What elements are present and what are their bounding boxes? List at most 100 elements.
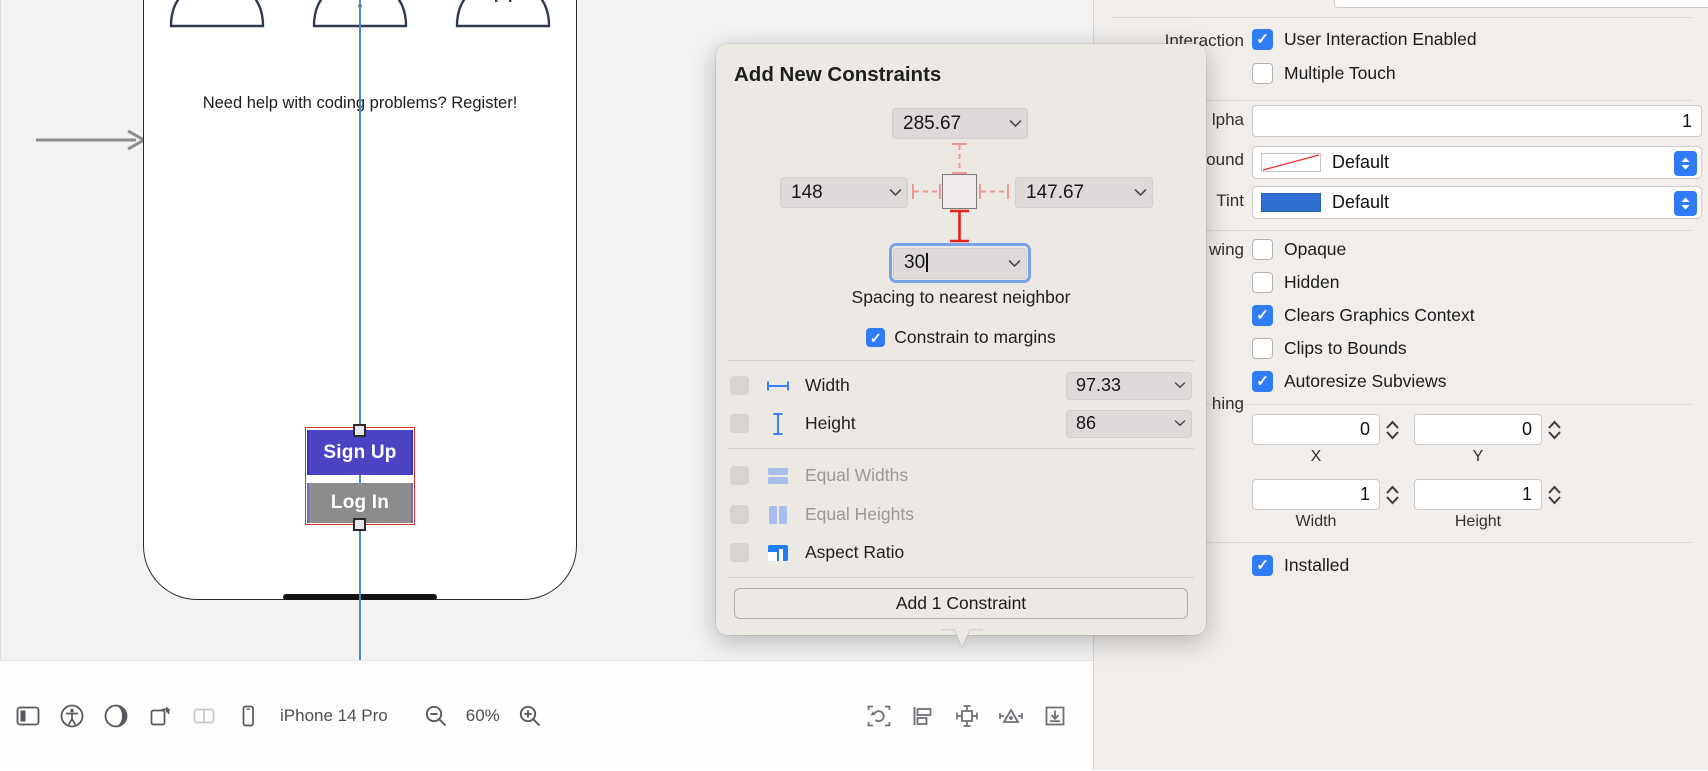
- alpha-field[interactable]: 1: [1252, 105, 1702, 137]
- user-interaction-enabled-checkbox[interactable]: ✓: [1252, 29, 1273, 50]
- stretching-height-sublabel: Height: [1414, 513, 1542, 531]
- spacing-bottom-value: 30: [893, 252, 1001, 274]
- multiple-touch-checkbox[interactable]: [1252, 63, 1273, 84]
- stretching-x-field[interactable]: 0: [1252, 414, 1380, 445]
- popover-divider: [728, 360, 1194, 361]
- width-icon: [761, 379, 795, 393]
- height-constraint-row[interactable]: Height 86: [730, 404, 1192, 443]
- width-constraint-row[interactable]: Width 97.33: [730, 366, 1192, 405]
- align-icon[interactable]: [901, 694, 945, 738]
- background-value: Default: [1332, 152, 1389, 173]
- popover-arrow: [941, 629, 983, 651]
- zoom-in-icon[interactable]: [508, 694, 552, 738]
- stretching-y-stepper[interactable]: [1546, 415, 1563, 445]
- equal-widths-icon: [761, 465, 795, 487]
- log-in-button[interactable]: Log In: [307, 483, 413, 523]
- spacing-bottom-field-focus-ring: 30: [889, 243, 1031, 283]
- opaque-label: Opaque: [1284, 239, 1346, 260]
- stretching-y-sublabel: Y: [1414, 448, 1542, 466]
- chevron-down-icon[interactable]: [1168, 418, 1192, 430]
- clears-graphics-context-checkbox[interactable]: ✓: [1252, 305, 1273, 326]
- constrain-to-margins-checkbox[interactable]: ✓: [866, 328, 885, 347]
- autoresize-subviews-label: Autoresize Subviews: [1284, 371, 1446, 392]
- check-icon: ✓: [1256, 374, 1269, 389]
- zoom-out-icon[interactable]: [414, 694, 458, 738]
- autoresize-subviews-checkbox[interactable]: ✓: [1252, 371, 1273, 392]
- user-interaction-enabled-label: User Interaction Enabled: [1284, 29, 1477, 50]
- equal-heights-checkbox: [730, 505, 749, 524]
- stretching-x-stepper[interactable]: [1384, 415, 1401, 445]
- multiple-touch-row[interactable]: Multiple Touch: [1252, 63, 1396, 84]
- zoom-level-label[interactable]: 60%: [458, 706, 508, 726]
- spacing-bottom-field[interactable]: 30: [893, 248, 1027, 279]
- check-icon: ✓: [870, 331, 882, 345]
- width-value: 97.33: [1066, 375, 1168, 396]
- aspect-ratio-label: Aspect Ratio: [805, 542, 904, 563]
- installed-row[interactable]: ✓ Installed: [1252, 555, 1349, 576]
- clears-graphics-context-label: Clears Graphics Context: [1284, 305, 1475, 326]
- selection-handle-bottom[interactable]: [353, 518, 366, 531]
- background-combo[interactable]: Default: [1252, 146, 1702, 179]
- height-value-field[interactable]: 86: [1066, 410, 1192, 438]
- add-new-constraints-icon[interactable]: [945, 694, 989, 738]
- popover-divider: [728, 448, 1194, 449]
- clips-to-bounds-checkbox[interactable]: [1252, 338, 1273, 359]
- equal-heights-icon: [761, 504, 795, 526]
- resolve-auto-layout-issues-icon[interactable]: [989, 694, 1033, 738]
- hidden-row[interactable]: Hidden: [1252, 272, 1339, 293]
- stretching-y-field[interactable]: 0: [1414, 414, 1542, 445]
- avatar-illustration-3: [449, 0, 557, 30]
- selection-handle-top[interactable]: [353, 424, 366, 437]
- stretching-width-stepper[interactable]: [1384, 480, 1401, 510]
- update-frames-icon[interactable]: [857, 694, 901, 738]
- equal-widths-row: Equal Widths: [730, 456, 1192, 495]
- opaque-row[interactable]: Opaque: [1252, 239, 1346, 260]
- hidden-label: Hidden: [1284, 272, 1339, 293]
- embed-in-icon[interactable]: [1033, 694, 1077, 738]
- installed-checkbox[interactable]: ✓: [1252, 555, 1273, 576]
- width-value-field[interactable]: 97.33: [1066, 372, 1192, 400]
- device-icon[interactable]: [226, 694, 270, 738]
- constrain-to-margins-row[interactable]: ✓ Constrain to margins: [716, 327, 1206, 348]
- chevron-down-icon[interactable]: [1168, 380, 1192, 392]
- aspect-ratio-checkbox[interactable]: [730, 543, 749, 562]
- width-checkbox[interactable]: [730, 376, 749, 395]
- equal-widths-checkbox: [730, 466, 749, 485]
- device-name-label[interactable]: iPhone 14 Pro: [280, 706, 388, 726]
- clips-to-bounds-row[interactable]: Clips to Bounds: [1252, 338, 1407, 359]
- check-icon: ✓: [1256, 32, 1269, 47]
- height-checkbox[interactable]: [730, 414, 749, 433]
- accessibility-icon[interactable]: [50, 694, 94, 738]
- opaque-checkbox[interactable]: [1252, 239, 1273, 260]
- inspector-divider: [1112, 17, 1692, 18]
- tint-combo[interactable]: Default: [1252, 186, 1702, 219]
- hidden-checkbox[interactable]: [1252, 272, 1273, 293]
- appearance-contrast-icon[interactable]: [94, 694, 138, 738]
- background-popup-arrows[interactable]: [1674, 151, 1697, 176]
- split-view-icon[interactable]: [182, 694, 226, 738]
- tint-popup-arrows[interactable]: [1674, 191, 1697, 216]
- stretching-width-field[interactable]: 1: [1252, 479, 1380, 510]
- clears-graphics-context-row[interactable]: ✓ Clears Graphics Context: [1252, 305, 1475, 326]
- chevron-down-icon[interactable]: [1001, 259, 1027, 268]
- orientation-rotate-icon[interactable]: [138, 694, 182, 738]
- stretching-y-value: 0: [1522, 419, 1532, 440]
- add-constraint-button[interactable]: Add 1 Constraint: [734, 588, 1188, 619]
- user-interaction-enabled-row[interactable]: ✓ User Interaction Enabled: [1252, 29, 1477, 50]
- installed-label: Installed: [1284, 555, 1349, 576]
- autoresize-subviews-row[interactable]: ✓ Autoresize Subviews: [1252, 371, 1446, 392]
- multiple-touch-label: Multiple Touch: [1284, 63, 1396, 84]
- alpha-value: 1: [1682, 111, 1692, 132]
- equal-widths-label: Equal Widths: [805, 465, 908, 486]
- popover-divider: [728, 577, 1194, 578]
- check-icon: ✓: [1256, 558, 1269, 573]
- stretching-height-field[interactable]: 1: [1414, 479, 1542, 510]
- stretching-height-stepper[interactable]: [1546, 480, 1563, 510]
- vertical-alignment-guide: [359, 0, 361, 660]
- left-panel-icon[interactable]: [6, 694, 50, 738]
- check-icon: ✓: [1256, 308, 1269, 323]
- aspect-ratio-row[interactable]: Aspect Ratio: [730, 533, 1192, 572]
- top-partial-field[interactable]: [1334, 0, 1708, 8]
- equal-heights-row: Equal Heights: [730, 495, 1192, 534]
- stretching-width-value: 1: [1360, 484, 1370, 505]
